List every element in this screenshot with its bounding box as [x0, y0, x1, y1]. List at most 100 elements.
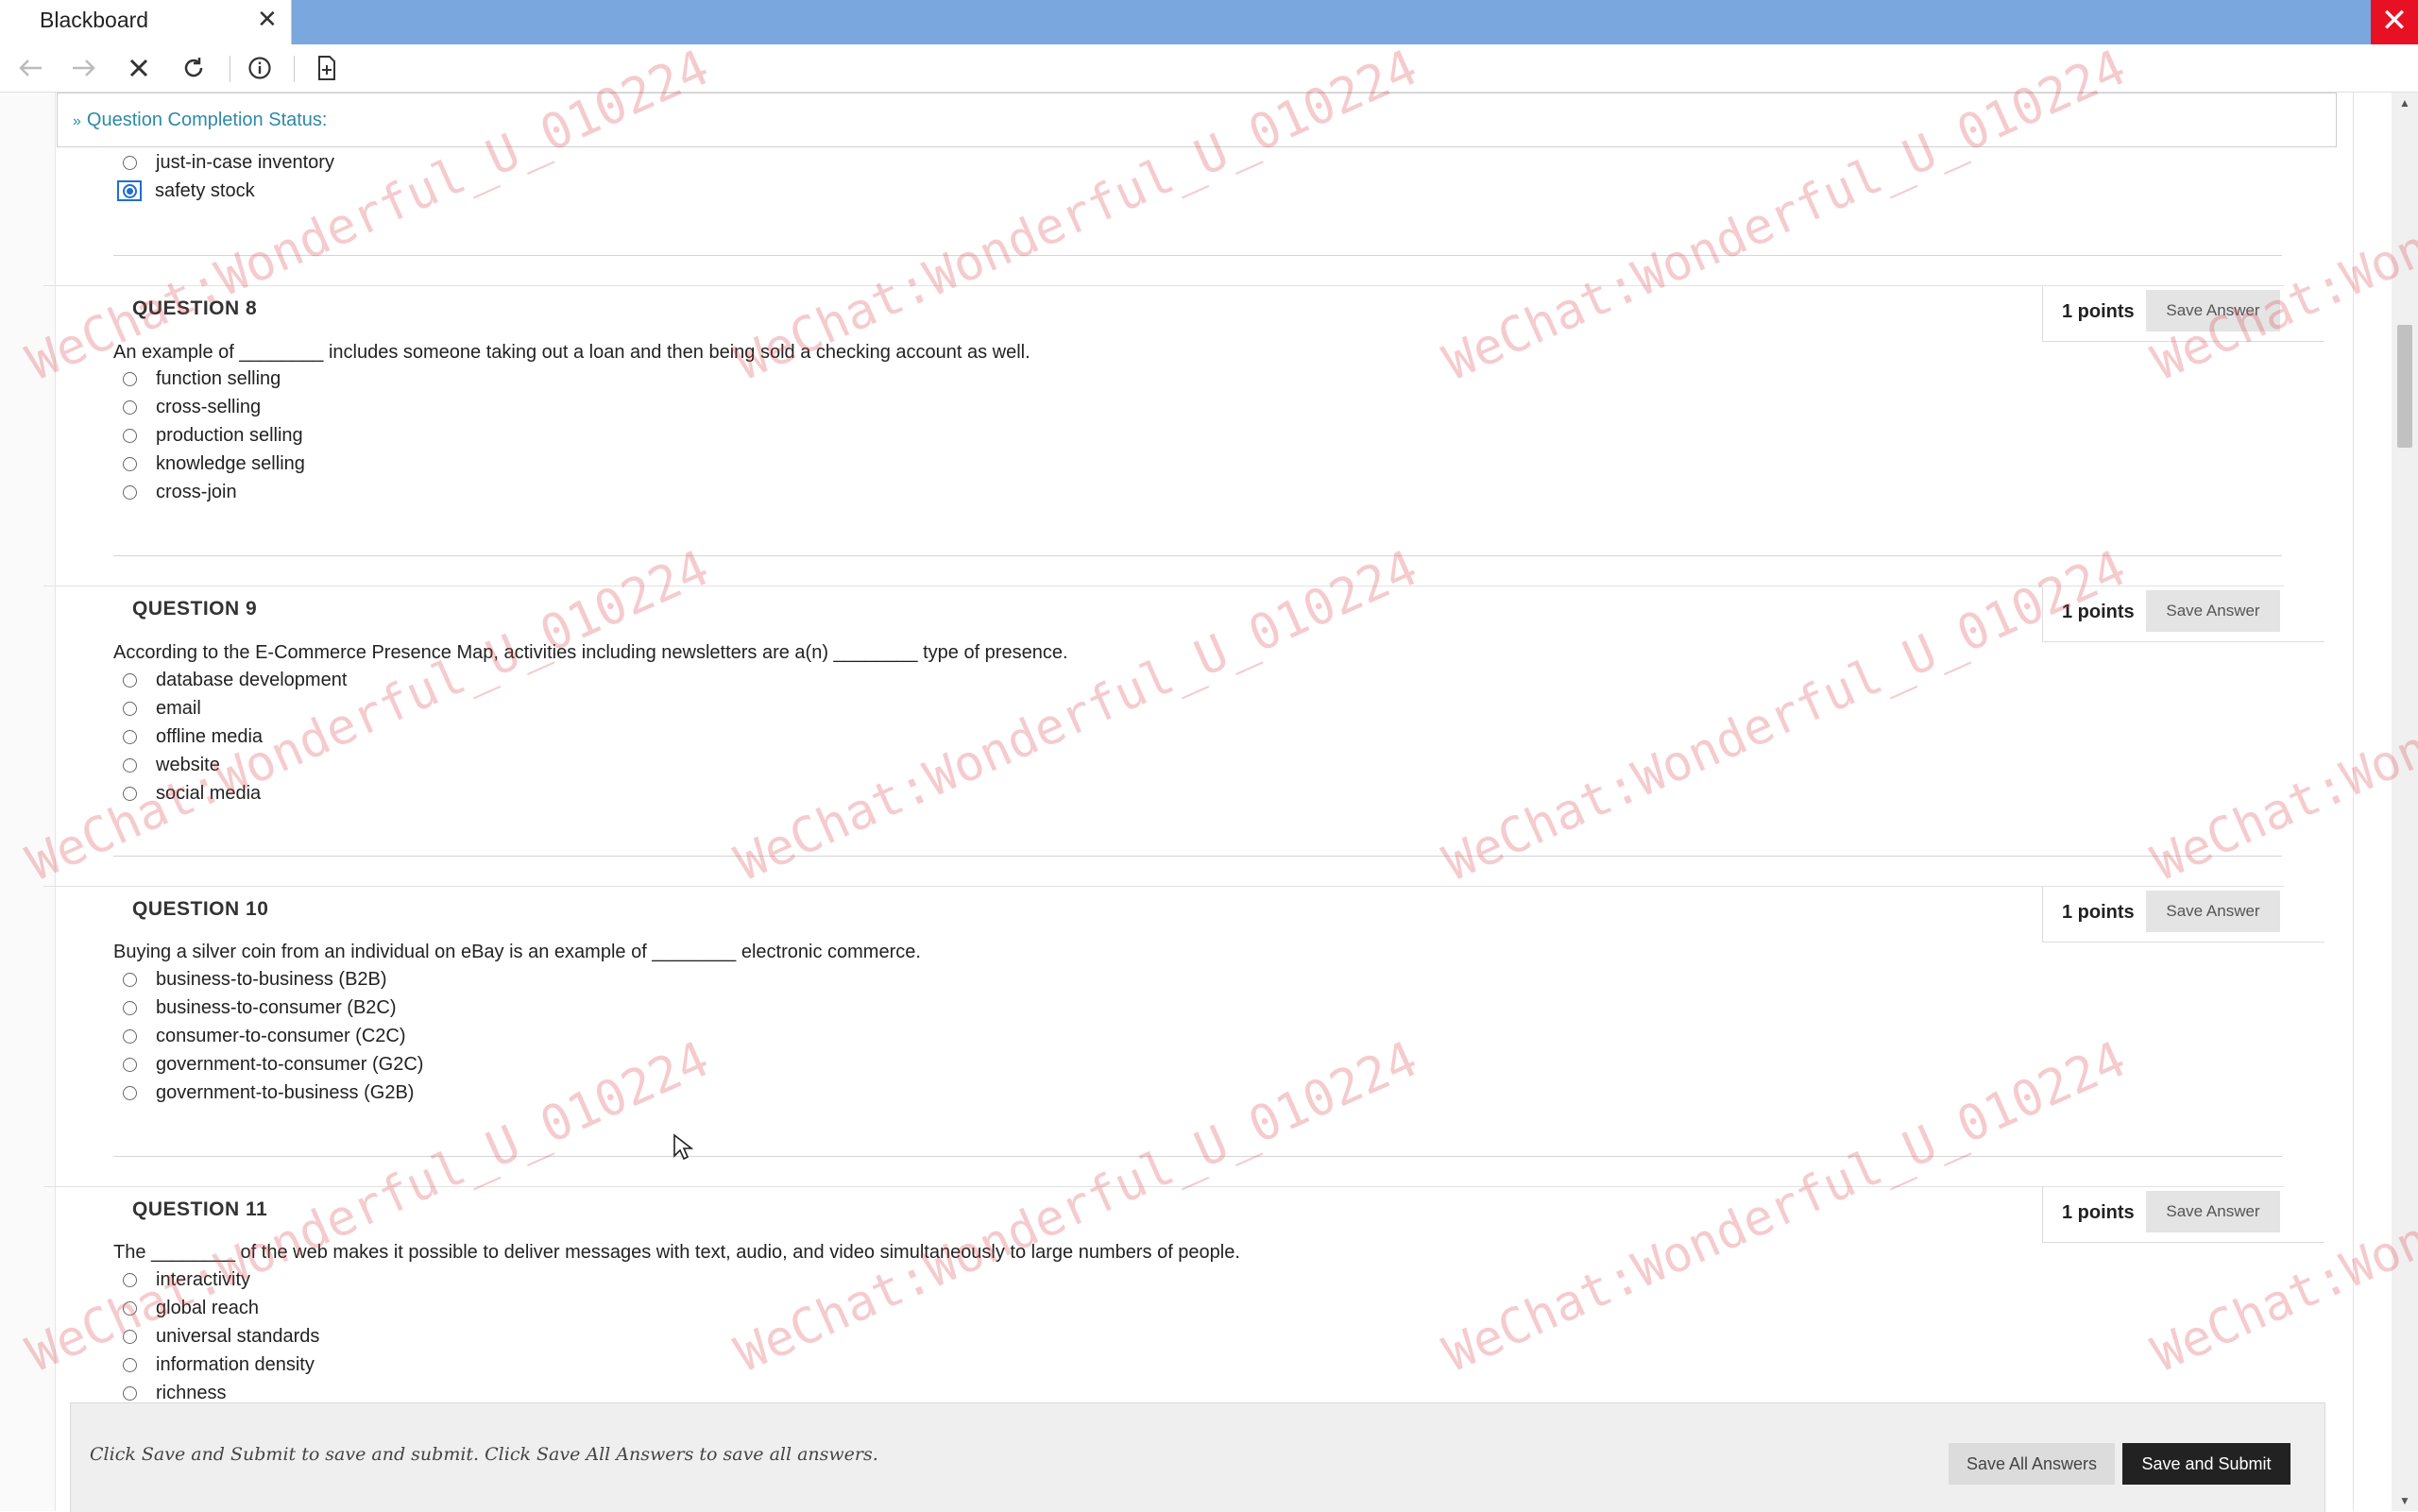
question-top-border: [43, 285, 2284, 286]
radio-button[interactable]: [123, 399, 137, 415]
option-row[interactable]: cross-join: [123, 479, 237, 505]
tab-title: Blackboard: [40, 8, 149, 32]
option-label: consumer-to-consumer (C2C): [156, 1025, 406, 1046]
question-text: The ________ of the web makes it possibl…: [113, 1242, 1240, 1263]
option-row[interactable]: interactivity: [123, 1266, 250, 1293]
radio-button[interactable]: [123, 1028, 137, 1044]
stop-icon[interactable]: [120, 50, 158, 86]
radio-button[interactable]: [123, 1057, 137, 1072]
forward-arrow-icon[interactable]: [65, 50, 103, 86]
completion-status-label: Question Completion Status:: [86, 110, 328, 130]
option-row[interactable]: consumer-to-consumer (C2C): [123, 1023, 406, 1049]
save-answer-button[interactable]: Save Answer: [2146, 1191, 2280, 1232]
radio-button[interactable]: [123, 757, 137, 773]
back-arrow-icon[interactable]: [11, 50, 49, 86]
points-box: 1 points Save Answer: [2042, 887, 2324, 943]
question-title: QUESTION 9: [132, 598, 258, 620]
option-label: richness: [156, 1382, 227, 1403]
question-completion-status: » Question Completion Status:: [57, 93, 2337, 147]
radio-button[interactable]: [123, 484, 137, 500]
points-label: 1 points: [2062, 602, 2135, 622]
tab-close-icon[interactable]: ✕: [257, 6, 278, 32]
points-box: 1 points Save Answer: [2042, 1187, 2324, 1243]
option-label: business-to-business (B2B): [156, 968, 387, 990]
radio-button[interactable]: [123, 1357, 137, 1372]
option-label: offline media: [156, 725, 264, 747]
option-row[interactable]: offline media: [123, 723, 263, 750]
radio-button[interactable]: [123, 972, 137, 987]
points-label: 1 points: [2062, 902, 2135, 923]
browser-tab[interactable]: Blackboard ✕: [0, 0, 292, 44]
save-answer-button[interactable]: Save Answer: [2146, 891, 2280, 932]
question-top-border: [43, 1186, 2284, 1187]
save-all-answers-button[interactable]: Save All Answers: [1949, 1443, 2115, 1485]
option-row[interactable]: universal standards: [123, 1323, 319, 1350]
option-row[interactable]: cross-selling: [123, 394, 261, 420]
question-text: Buying a silver coin from an individual …: [113, 942, 921, 962]
radio-button[interactable]: [123, 1329, 137, 1344]
scrollbar-thumb[interactable]: [2397, 325, 2412, 448]
radio-button[interactable]: [123, 1272, 137, 1287]
radio-button[interactable]: [123, 729, 137, 744]
option-row[interactable]: website: [123, 752, 220, 778]
option-row[interactable]: production selling: [123, 422, 303, 449]
radio-button[interactable]: [123, 1300, 137, 1316]
info-icon[interactable]: [241, 50, 279, 86]
option-label: information density: [156, 1353, 315, 1375]
option-row[interactable]: global reach: [123, 1295, 259, 1321]
radio-focus-ring: [117, 180, 142, 201]
question-title: QUESTION 11: [132, 1198, 268, 1220]
option-label: function selling: [156, 367, 281, 389]
radio-button[interactable]: [123, 786, 137, 801]
radio-button[interactable]: [123, 155, 137, 170]
radio-button[interactable]: [123, 371, 137, 386]
option-row[interactable]: email: [123, 695, 201, 722]
refresh-icon[interactable]: [175, 50, 213, 86]
option-row[interactable]: government-to-business (G2B): [123, 1079, 414, 1106]
option-row[interactable]: social media: [123, 780, 261, 807]
option-row[interactable]: government-to-consumer (G2C): [123, 1051, 423, 1078]
save-and-submit-button[interactable]: Save and Submit: [2122, 1443, 2290, 1485]
content-panel: [55, 93, 2354, 1511]
page-icon[interactable]: [308, 50, 346, 86]
radio-button[interactable]: [123, 456, 137, 471]
option-label: email: [156, 697, 201, 719]
option-label: global reach: [156, 1297, 259, 1318]
radio-button[interactable]: [123, 1385, 137, 1401]
option-row[interactable]: business-to-consumer (B2C): [123, 994, 397, 1021]
footer-instructions: Click Save and Submit to save and submit…: [90, 1444, 878, 1465]
vertical-scrollbar[interactable]: ▲ ▼: [2392, 93, 2418, 1511]
option-row-selected[interactable]: safety stock: [117, 178, 255, 204]
radio-button[interactable]: [123, 701, 137, 716]
question-top-border: [43, 886, 2284, 887]
page-content: » Question Completion Status: just-in-cas…: [0, 93, 2354, 1511]
option-label: universal standards: [156, 1325, 320, 1347]
mouse-cursor-icon: [673, 1133, 693, 1161]
option-row[interactable]: just-in-case inventory: [123, 149, 334, 176]
radio-button[interactable]: [123, 428, 137, 443]
question-divider: [113, 856, 2282, 857]
radio-button[interactable]: [123, 672, 137, 688]
scroll-down-arrow-icon[interactable]: ▼: [2392, 1490, 2418, 1511]
radio-button[interactable]: [123, 1000, 137, 1015]
radio-button[interactable]: [123, 1085, 137, 1100]
save-answer-button[interactable]: Save Answer: [2146, 290, 2280, 331]
radio-button-selected[interactable]: [122, 183, 137, 198]
option-row[interactable]: information density: [123, 1351, 315, 1378]
option-label: database development: [156, 669, 348, 690]
option-label: government-to-consumer (G2C): [156, 1053, 424, 1075]
option-label: business-to-consumer (B2C): [156, 996, 397, 1018]
scroll-up-arrow-icon[interactable]: ▲: [2392, 93, 2418, 113]
toolbar-separator: [294, 56, 295, 82]
option-row[interactable]: business-to-business (B2B): [123, 966, 387, 993]
option-row[interactable]: database development: [123, 667, 347, 693]
double-chevron-down-icon: »: [73, 113, 81, 129]
window-close-button[interactable]: ✕: [2371, 0, 2418, 44]
browser-toolbar: [0, 44, 2418, 93]
completion-status-toggle[interactable]: » Question Completion Status:: [73, 110, 328, 131]
option-row[interactable]: function selling: [123, 365, 281, 392]
points-label: 1 points: [2062, 301, 2135, 322]
points-label: 1 points: [2062, 1202, 2135, 1223]
save-answer-button[interactable]: Save Answer: [2146, 590, 2280, 632]
option-row[interactable]: knowledge selling: [123, 450, 305, 477]
